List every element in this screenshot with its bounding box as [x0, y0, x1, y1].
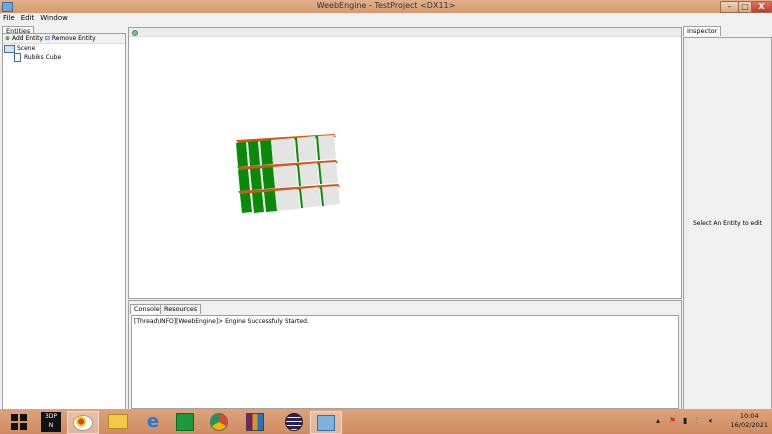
store-icon	[176, 412, 194, 431]
cube-facelet-green	[248, 141, 260, 166]
3dp-chip-icon: 3DP N	[41, 411, 61, 432]
menu-file[interactable]: File	[0, 13, 18, 23]
tray-signal-icon[interactable]: ⫶	[696, 416, 698, 426]
cube-facelet-green	[238, 169, 250, 191]
add-entity-label: Add Entity	[11, 35, 43, 42]
scene-viewport[interactable]	[128, 27, 682, 299]
taskbar-app-eclipse[interactable]	[279, 411, 309, 432]
weebengine-icon	[317, 414, 335, 431]
tree-label: Scene	[17, 45, 36, 52]
winrar-icon	[246, 412, 264, 431]
rubiks-cube-render	[236, 134, 340, 213]
window-title: WeebEngine - TestProject <DX11>	[316, 1, 456, 10]
taskbar-app-explorer[interactable]	[103, 411, 133, 432]
inspector-hint: Select An Entity to edit	[692, 220, 763, 227]
tray-volume-icon[interactable]: 🔈︎	[709, 416, 714, 426]
taskbar-app-chrome[interactable]	[204, 411, 234, 432]
windows-logo-icon	[11, 413, 27, 430]
taskbar-app-weebengine[interactable]	[310, 411, 342, 434]
console-line: [Thread\INFO][WeebEngine]> Engine Succes…	[134, 318, 309, 325]
cube-facelet-white	[300, 187, 321, 208]
menu-window[interactable]: Window	[37, 13, 71, 23]
file-explorer-icon	[108, 414, 128, 429]
taskbar-app-ie[interactable]: e	[138, 411, 168, 432]
cube-facelet-green	[262, 167, 275, 189]
clock-time: 10:04	[739, 412, 759, 420]
cube-facelet-green	[252, 192, 264, 213]
scene-icon	[4, 44, 15, 53]
cube-facelet-green	[250, 168, 262, 190]
taskbar-app-paint[interactable]	[67, 411, 99, 434]
tray-chevron-icon[interactable]: ▴	[656, 416, 660, 425]
clock-date: 16/02/2021	[730, 421, 768, 429]
cube-facelet-green	[240, 193, 252, 213]
cube-facelet-white	[275, 189, 300, 211]
entities-panel: ⊕ Add Entity ⊟ Remove Entity Scene Rubik…	[2, 33, 126, 411]
tree-item-scene[interactable]: Scene	[3, 44, 125, 53]
remove-entity-button[interactable]: ⊟ Remove Entity	[45, 35, 96, 42]
console-output[interactable]: [Thread\INFO][WeebEngine]> Engine Succes…	[131, 315, 679, 409]
cube-facelet-white	[273, 165, 298, 188]
file-icon	[14, 53, 21, 62]
cube-facelet-white	[298, 163, 319, 186]
inspector-panel: Select An Entity to edit	[683, 37, 772, 410]
menu-bar: File Edit Window	[0, 13, 772, 23]
tab-inspector[interactable]: Inspector	[683, 26, 722, 36]
eclipse-icon	[285, 412, 303, 431]
workspace: Entities ⊕ Add Entity ⊟ Remove Entity Sc…	[0, 23, 772, 411]
menu-edit[interactable]: Edit	[18, 13, 38, 23]
tab-resources[interactable]: Resources	[160, 304, 202, 314]
taskbar-app-winrar[interactable]	[240, 411, 270, 432]
cube-facelet-green	[236, 142, 248, 167]
add-entity-button[interactable]: ⊕ Add Entity	[5, 35, 43, 42]
close-button[interactable]: X	[751, 1, 772, 13]
taskbar-app-store[interactable]	[170, 411, 200, 432]
tree-item-rubiks-cube[interactable]: Rubiks Cube	[3, 53, 125, 62]
cube-facelet-white	[296, 136, 317, 162]
remove-entity-label: Remove Entity	[51, 35, 96, 42]
cube-facelet-green	[264, 191, 277, 212]
tab-console[interactable]: Console	[130, 304, 164, 314]
plus-icon: ⊕	[5, 35, 11, 42]
cube-facelet-white	[271, 138, 296, 164]
cube-facelet-green	[260, 140, 273, 165]
tree-label: Rubiks Cube	[24, 54, 62, 61]
taskbar-clock[interactable]: 10:04 16/02/2021	[731, 412, 768, 430]
maximize-button[interactable]: □	[738, 1, 752, 13]
tray-network-icon[interactable]: ▮	[683, 416, 687, 425]
title-bar: WeebEngine - TestProject <DX11> – □ X	[0, 0, 772, 13]
taskbar: 3DP N e ▴ ⚑ ▮ ⫶ 🔈︎ 10:04 16/02/2021	[0, 409, 772, 434]
cube-facelet-white	[321, 186, 340, 206]
minus-icon: ⊟	[44, 35, 50, 42]
console-panel: Console Resources [Thread\INFO][WeebEngi…	[128, 300, 682, 410]
entities-toolbar: ⊕ Add Entity ⊟ Remove Entity	[3, 34, 125, 44]
internet-explorer-icon: e	[146, 410, 160, 432]
cube-facelet-white	[317, 135, 336, 160]
cube-facelet-white	[319, 162, 338, 184]
taskbar-app-3dp[interactable]: 3DP N	[36, 411, 66, 432]
chrome-icon	[210, 412, 228, 431]
tray-flag-icon[interactable]: ⚑	[669, 416, 676, 425]
paint-icon	[73, 414, 93, 431]
minimize-button[interactable]: –	[720, 1, 739, 13]
start-button[interactable]	[4, 411, 34, 432]
